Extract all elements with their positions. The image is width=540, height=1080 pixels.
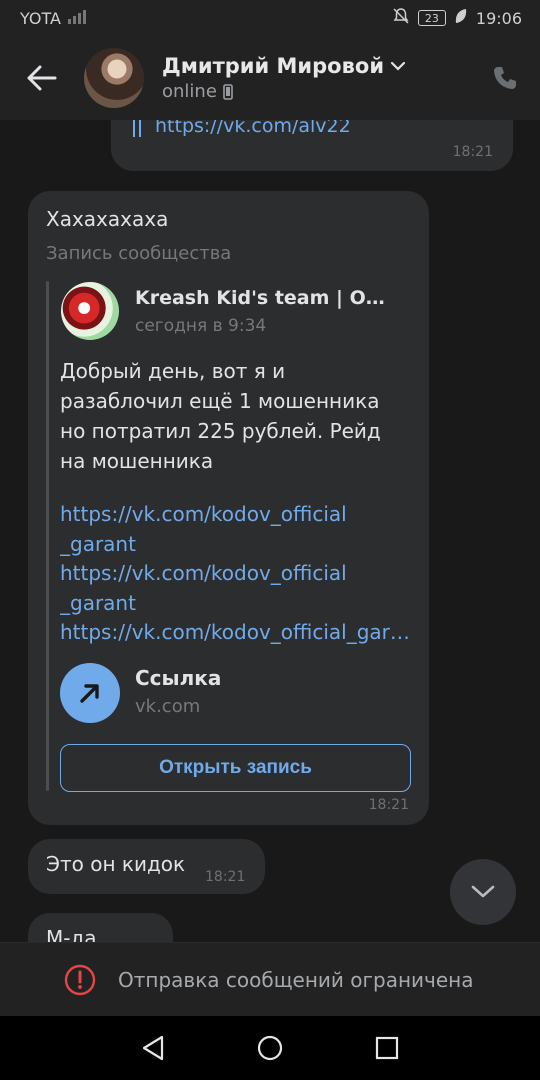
- restriction-text: Отправка сообщений ограничена: [118, 967, 474, 992]
- repost-label: Запись сообщества: [46, 243, 232, 264]
- chevron-down-icon: [390, 61, 406, 71]
- battery-icon: 23: [417, 10, 446, 26]
- incoming-repost-message[interactable]: Хахахахаха Запись сообщества Kreash Kid'…: [28, 191, 429, 825]
- message-time: 18:21: [452, 144, 493, 160]
- signal-icon: [67, 8, 89, 28]
- square-recents-icon: [375, 1036, 398, 1060]
- chat-header: Дмитрий Мировой online: [0, 36, 540, 120]
- online-status: online: [162, 81, 217, 102]
- contact-avatar[interactable]: [84, 48, 144, 108]
- message-time: 18:21: [368, 797, 409, 813]
- post-link-1[interactable]: https://vk.com/kodov_official _garant: [60, 500, 360, 559]
- post-body: Добрый день, вот я и разаблочил ещё 1 мо…: [60, 359, 381, 473]
- clock-time: 19:06: [475, 8, 522, 28]
- mobile-icon: [223, 83, 233, 100]
- post-link-2[interactable]: https://vk.com/kodov_official _garant: [60, 559, 360, 618]
- group-avatar[interactable]: [61, 282, 119, 340]
- warning-icon: [64, 964, 96, 995]
- status-bar: YOTA 23 19:06: [0, 0, 540, 36]
- nav-recents-button[interactable]: [367, 1028, 407, 1068]
- link-title: Ссылка: [135, 666, 222, 690]
- triangle-back-icon: [143, 1035, 164, 1061]
- quote-bar: [133, 120, 141, 137]
- contact-name: Дмитрий Мировой: [162, 54, 385, 78]
- group-name[interactable]: Kreash Kid's team | Official: [135, 287, 405, 309]
- link-domain: vk.com: [135, 696, 201, 717]
- leaf-icon: [454, 8, 468, 28]
- chat-title[interactable]: Дмитрий Мировой online: [162, 54, 470, 102]
- open-post-button[interactable]: Открыть запись: [60, 744, 411, 792]
- post-links: https://vk.com/kodov_official _garant ht…: [60, 500, 412, 648]
- message-link[interactable]: https://vk.com/alv22: [133, 120, 351, 137]
- link-arrow-icon: [60, 663, 120, 723]
- nav-back-button[interactable]: [133, 1028, 173, 1068]
- nav-home-button[interactable]: [250, 1028, 290, 1068]
- scroll-down-button[interactable]: [450, 859, 516, 925]
- chevron-down-icon: [471, 885, 495, 898]
- message-text: Хахахахаха: [46, 207, 169, 231]
- call-button[interactable]: [470, 36, 540, 120]
- carrier-label: YOTA: [20, 8, 61, 28]
- back-button[interactable]: [0, 36, 84, 120]
- link-attachment[interactable]: Ссылка vk.com: [60, 663, 410, 723]
- phone-icon: [494, 67, 516, 89]
- incoming-message[interactable]: М-да: [28, 913, 173, 942]
- restriction-banner: Отправка сообщений ограничена: [0, 942, 540, 1016]
- link-text[interactable]: https://vk.com/alv22: [155, 120, 351, 137]
- system-nav-bar: [0, 1016, 540, 1080]
- post-link-3[interactable]: https://vk.com/kodov_official_garant: [60, 618, 412, 648]
- post-date: сегодня в 9:34: [135, 316, 267, 336]
- outgoing-message[interactable]: https://vk.com/alv22 18:21: [111, 120, 513, 171]
- incoming-message[interactable]: Это он кидок 18:21: [28, 839, 265, 894]
- mute-icon: [392, 7, 410, 29]
- message-time: 18:21: [205, 869, 246, 885]
- repost-divider: [46, 281, 49, 791]
- back-arrow-icon: [27, 65, 57, 91]
- message-list[interactable]: https://vk.com/alv22 18:21 Хахахахаха За…: [0, 120, 540, 942]
- message-text: М-да: [46, 926, 97, 942]
- circle-home-icon: [257, 1035, 283, 1061]
- message-text: Это он кидок: [46, 852, 186, 876]
